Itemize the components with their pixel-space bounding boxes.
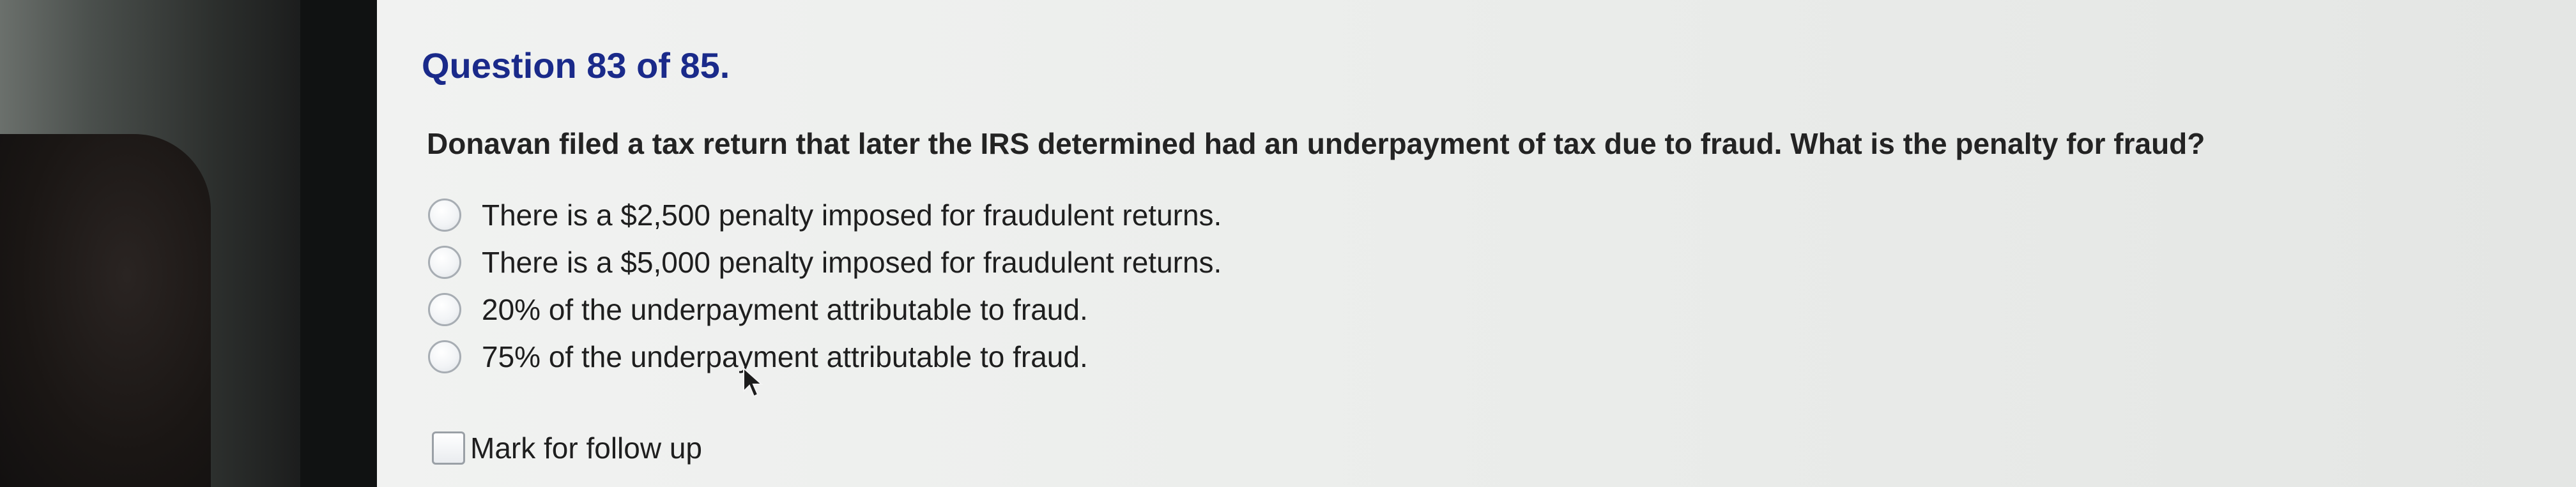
answer-option[interactable]: There is a $5,000 penalty imposed for fr… [428,239,1222,286]
monitor-bezel [300,0,377,487]
answer-option[interactable]: 75% of the underpayment attributable to … [428,333,1222,380]
radio-button[interactable] [428,199,461,232]
question-counter: Question 83 of 85. [422,45,730,86]
mouse-pointer-icon [743,367,763,398]
answer-option[interactable]: 20% of the underpayment attributable to … [428,286,1222,333]
answer-option[interactable]: There is a $2,500 penalty imposed for fr… [428,191,1222,239]
answer-label: 75% of the underpayment attributable to … [482,340,1088,373]
radio-button[interactable] [428,246,461,279]
radio-button[interactable] [428,293,461,326]
follow-up-label: Mark for follow up [470,431,703,465]
answer-label: There is a $2,500 penalty imposed for fr… [482,199,1222,232]
photo-of-screen: Question 83 of 85. Donavan filed a tax r… [0,0,2576,487]
radio-button[interactable] [428,340,461,373]
answer-label: 20% of the underpayment attributable to … [482,293,1088,326]
answer-options: There is a $2,500 penalty imposed for fr… [428,191,1222,380]
foreground-object [0,134,211,487]
follow-up-control[interactable]: Mark for follow up [432,431,702,465]
follow-up-checkbox[interactable] [432,431,465,465]
question-text: Donavan filed a tax return that later th… [427,127,2205,160]
answer-label: There is a $5,000 penalty imposed for fr… [482,246,1222,279]
